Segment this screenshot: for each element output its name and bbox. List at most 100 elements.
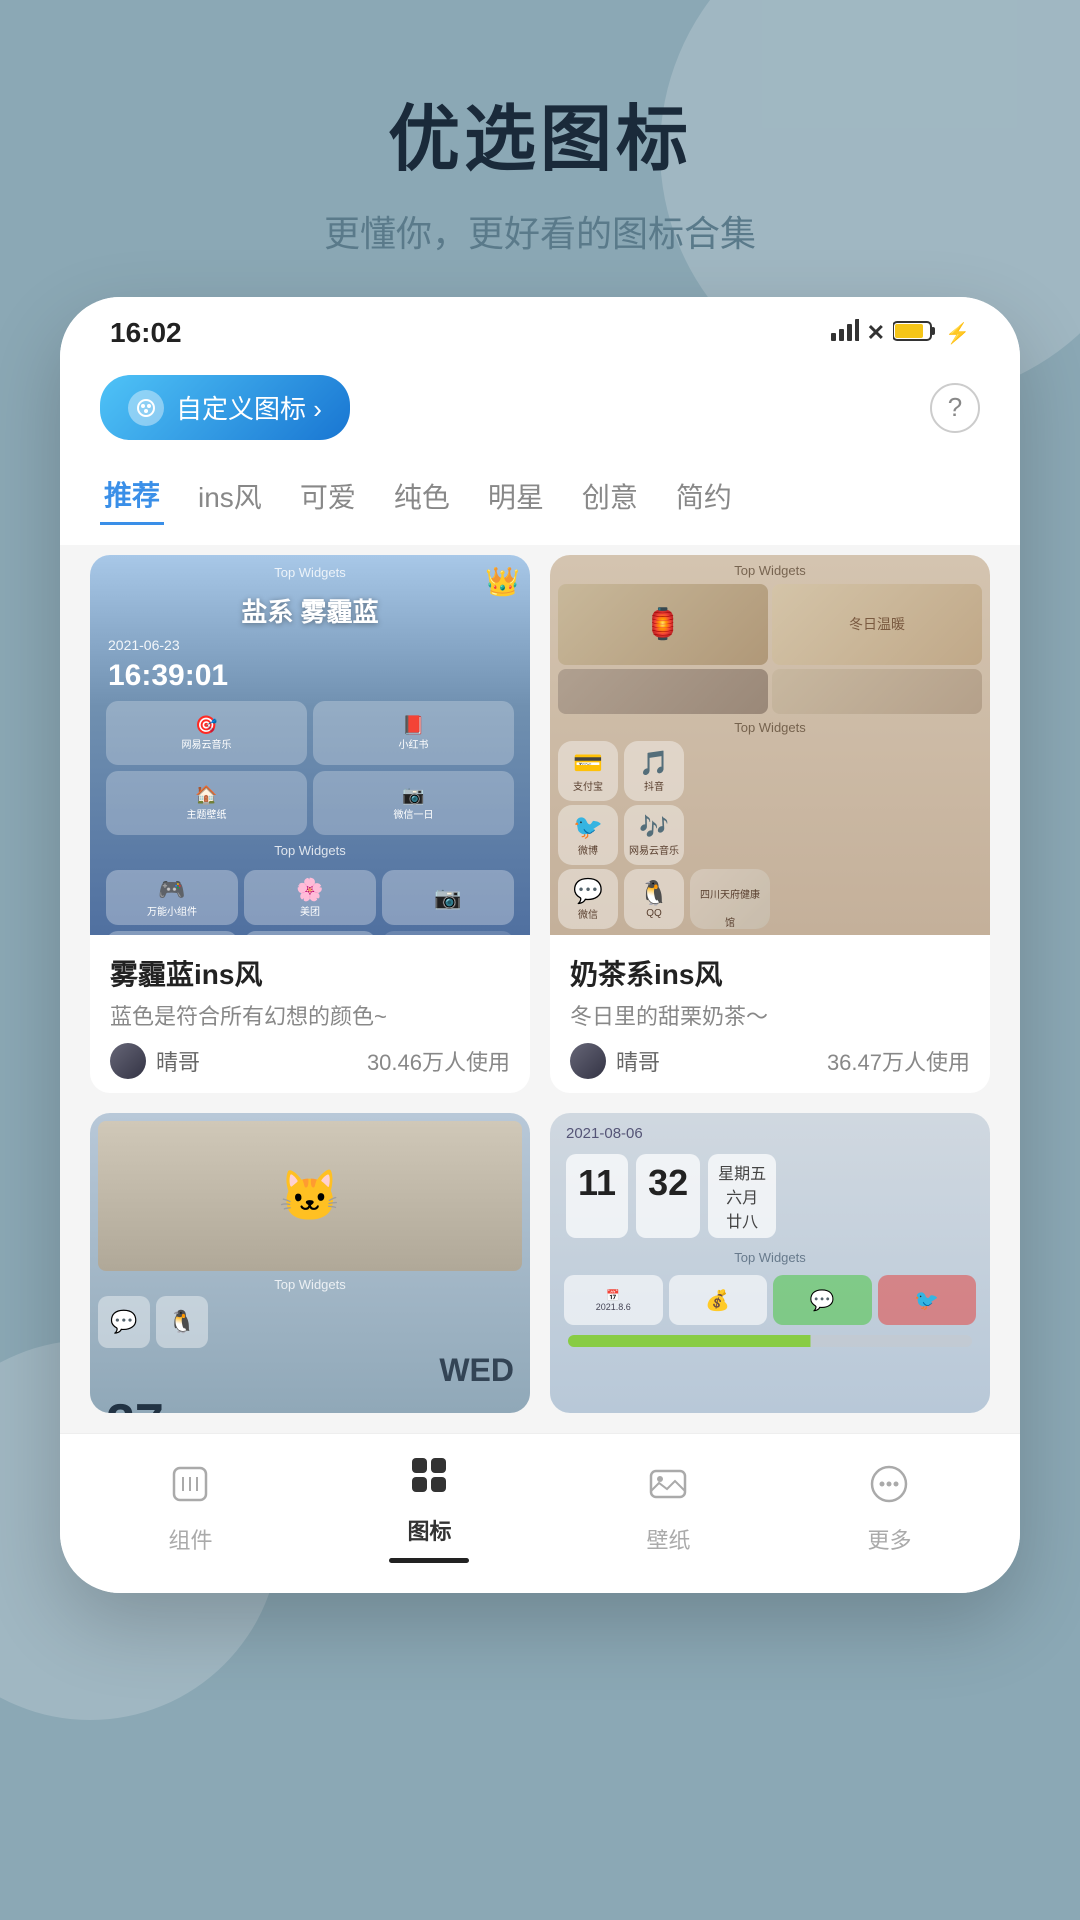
page-title: 优选图标 [40, 80, 1040, 185]
partial-app-wechat: 💬 [98, 1296, 150, 1348]
theme-card-milk-tea[interactable]: Top Widgets 🏮 冬日温暖 Top Widgets 💳支付宝 🎵抖音 [550, 555, 990, 1093]
theme-card-date[interactable]: 2021-08-06 11 32 星期五 六月廿八 Top Widgets 📅2… [550, 1113, 990, 1413]
question-icon: ? [948, 392, 962, 423]
custom-icon-button[interactable]: 自定义图标 › [100, 375, 350, 440]
tan-app-row-3: 💬微信 🐧QQ 四川天府健康馆 [558, 869, 982, 929]
tab-creative[interactable]: 创意 [578, 468, 642, 524]
phone-mockup: 16:02 ✕ ⚡ 自定义图标 › ? 推荐 ins风 可爱 纯色 明星 [60, 297, 1020, 1593]
widget-scan: 📷 微信一日 [313, 771, 514, 835]
app-icon-2: 🌸美团 [244, 870, 376, 925]
mini-app-grid: 📅2021.8.6 💰 💬 🐦 [558, 1269, 982, 1331]
date-27: 27 [98, 1393, 522, 1413]
partial-preview-cat: 🐱 Top Widgets 💬 🐧 WED 27 [90, 1113, 530, 1413]
palette-icon [128, 390, 164, 426]
nav-label-widgets: 组件 [168, 1523, 212, 1555]
battery-icon [893, 320, 937, 347]
card-title-tan: 奶茶系ins风 [570, 953, 970, 993]
date-minute: 32 [636, 1154, 700, 1238]
author-name-1: 晴哥 [156, 1045, 200, 1077]
nav-item-icons[interactable]: 图标 [389, 1454, 469, 1563]
app-icon-5: 📊哔哩哔哩 [244, 931, 376, 935]
author-avatar-1 [110, 1043, 146, 1079]
nav-label-wallpaper: 壁纸 [646, 1523, 690, 1555]
widget-redbook: 📕 小红书 [313, 701, 514, 765]
theme-card-blue-fog[interactable]: Top Widgets 盐系 雾霾蓝 2021-06-23 16:39:01 🎯… [90, 555, 530, 1093]
nav-item-widgets[interactable]: 组件 [168, 1463, 212, 1555]
status-bar: 16:02 ✕ ⚡ [60, 297, 1020, 359]
widgets-label-1: Top Widgets [100, 565, 520, 580]
date-hour: 11 [566, 1154, 628, 1238]
widget-theme: 🏠 主题壁纸 [106, 771, 307, 835]
page-subtitle: 更懂你，更好看的图标合集 [40, 205, 1040, 257]
tab-solid[interactable]: 纯色 [390, 468, 454, 524]
date-display: 11 32 星期五 六月廿八 [558, 1146, 982, 1246]
theme-card-cat[interactable]: 🐱 Top Widgets 💬 🐧 WED 27 [90, 1113, 530, 1413]
widgets-label-2: Top Widgets [100, 843, 520, 858]
card-desc-blue: 蓝色是符合所有幻想的颜色~ [110, 999, 510, 1031]
nav-item-wallpaper[interactable]: 壁纸 [646, 1463, 690, 1555]
tan-app-qq: 🐧QQ [624, 869, 684, 929]
nav-item-more[interactable]: 更多 [867, 1463, 911, 1555]
nav-label-icons: 图标 [407, 1514, 451, 1546]
widget-cell: Top Widgets [382, 931, 514, 935]
date-header: 2021-08-06 [558, 1121, 982, 1146]
widgets-label-tan: Top Widgets [558, 563, 982, 578]
nav-icon-more [868, 1463, 910, 1515]
tan-app-tiktok: 🎵抖音 [624, 741, 684, 801]
blue-theme-title: 盐系 雾霾蓝 [100, 586, 520, 635]
signal-icon [831, 319, 859, 347]
category-tabs: 推荐 ins风 可爱 纯色 明星 创意 简约 [60, 456, 1020, 545]
charging-icon: ⚡ [945, 321, 970, 346]
top-widgets-label-4: Top Widgets [558, 1250, 982, 1265]
card-preview-tan: Top Widgets 🏮 冬日温暖 Top Widgets 💳支付宝 🎵抖音 [550, 555, 990, 935]
user-count-1: 30.46万人使用 [367, 1045, 510, 1077]
lunar: 六月廿八 [718, 1184, 766, 1232]
custom-icon-label: 自定义图标 › [176, 389, 322, 426]
preview-clock: 16:39:01 [100, 655, 520, 697]
progress-bar [568, 1335, 972, 1347]
cat-image: 🐱 [98, 1121, 522, 1271]
author-name-2: 晴哥 [616, 1045, 660, 1077]
tan-app-weibo: 🐦微博 [558, 805, 618, 865]
tan-app-music: 🎶网易云音乐 [624, 805, 684, 865]
custom-icon-bar: 自定义图标 › ? [60, 359, 1020, 456]
nav-icon-widgets [169, 1463, 211, 1515]
app-icon-1: 🎮万能小组件 [106, 870, 238, 925]
tab-ins[interactable]: ins风 [194, 468, 266, 524]
nav-indicator [389, 1558, 469, 1563]
tab-cute[interactable]: 可爱 [296, 468, 360, 524]
status-time: 16:02 [110, 317, 182, 349]
preview-date: 2021-06-23 [100, 635, 520, 655]
weekday: 星期五 [718, 1160, 766, 1184]
tab-recommended[interactable]: 推荐 [100, 466, 164, 525]
card-desc-tan: 冬日里的甜栗奶茶～ [570, 999, 970, 1031]
bottom-nav: 组件 图标 壁纸 更多 [60, 1433, 1020, 1593]
author-avatar-2 [570, 1043, 606, 1079]
theme-grid: Top Widgets 盐系 雾霾蓝 2021-06-23 16:39:01 🎯… [60, 545, 1020, 1433]
app-icon-4: ▶腾讯视频 [106, 931, 238, 935]
card-info-blue: 雾霾蓝ins风 蓝色是符合所有幻想的颜色~ 晴哥 30.46万人使用 [90, 935, 530, 1093]
partial-apps: 💬 🐧 [98, 1296, 522, 1348]
partial-preview-date: 2021-08-06 11 32 星期五 六月廿八 Top Widgets 📅2… [550, 1113, 990, 1413]
top-widgets-label-3: Top Widgets [98, 1277, 522, 1292]
wed-label: WED [98, 1348, 522, 1393]
nav-icon-icons [408, 1454, 450, 1506]
card-meta-blue: 晴哥 30.46万人使用 [110, 1043, 510, 1079]
status-icons: ✕ ⚡ [831, 319, 970, 347]
x-icon: ✕ [867, 320, 885, 346]
tan-photo-widget: 四川天府健康馆 [690, 869, 770, 929]
crown-badge: 👑 [485, 565, 520, 598]
tan-app-alipay: 💳支付宝 [558, 741, 618, 801]
card-preview-blue: Top Widgets 盐系 雾霾蓝 2021-06-23 16:39:01 🎯… [90, 555, 530, 935]
widget-music: 🎯 网易云音乐 [106, 701, 307, 765]
tan-app-row-1: 💳支付宝 🎵抖音 [558, 741, 982, 801]
tab-star[interactable]: 明星 [484, 468, 548, 524]
card-meta-tan: 晴哥 36.47万人使用 [570, 1043, 970, 1079]
nav-label-more: 更多 [867, 1523, 911, 1555]
tan-app-wechat: 💬微信 [558, 869, 618, 929]
tab-simple[interactable]: 简约 [672, 468, 736, 524]
nav-icon-wallpaper [647, 1463, 689, 1515]
page-header: 优选图标 更懂你，更好看的图标合集 [0, 0, 1080, 297]
partial-app-qq: 🐧 [156, 1296, 208, 1348]
help-button[interactable]: ? [930, 383, 980, 433]
